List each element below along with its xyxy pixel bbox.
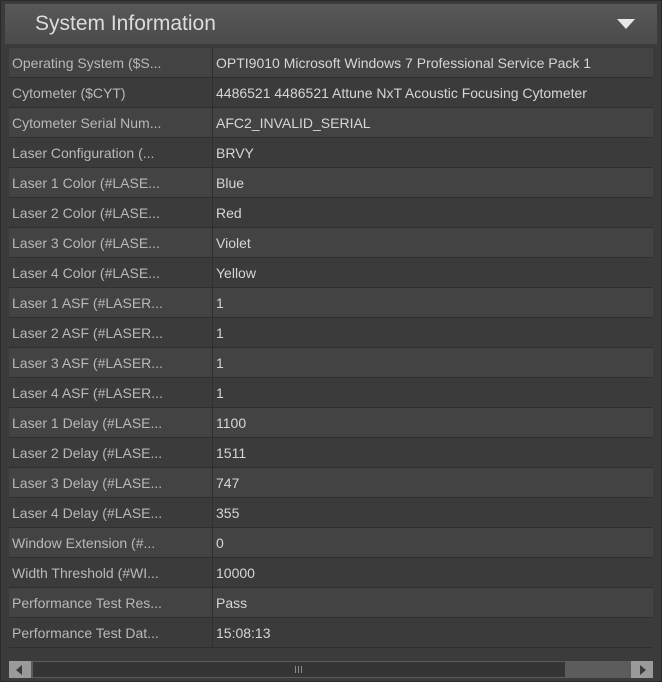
scroll-thumb[interactable] xyxy=(33,662,565,677)
column-divider xyxy=(212,378,213,408)
property-row[interactable]: Performance Test Dat... 15:08:13 xyxy=(9,618,653,648)
property-row[interactable]: Performance Test Res... Pass xyxy=(9,588,653,618)
property-value: Violet xyxy=(216,235,251,251)
property-name: Laser 3 Delay (#LASE... xyxy=(12,475,163,491)
property-row[interactable]: Cytometer ($CYT) 4486521 4486521 Attune N… xyxy=(9,78,653,108)
property-value: Red xyxy=(216,205,242,221)
property-name: Operating System ($S... xyxy=(12,55,162,71)
property-value: Blue xyxy=(216,175,245,191)
property-name: Laser 2 ASF (#LASER... xyxy=(12,325,163,341)
property-value: OPTI9010 Microsoft Windows 7 Professiona… xyxy=(216,55,592,71)
property-row[interactable]: Width Threshold (#WI... 10000 xyxy=(9,558,653,588)
property-row[interactable]: Laser 1 ASF (#LASER... 1 xyxy=(9,288,653,318)
property-row[interactable]: Laser 1 Delay (#LASE... 1100 xyxy=(9,408,653,438)
property-row[interactable]: Laser 4 Delay (#LASE... 355 xyxy=(9,498,653,528)
property-name: Laser 1 Delay (#LASE... xyxy=(12,415,163,431)
property-value: Yellow xyxy=(216,265,256,281)
grip-line xyxy=(298,666,299,673)
property-value: 0 xyxy=(216,535,224,551)
property-name: Laser Configuration (... xyxy=(12,145,155,161)
panel-title: System Information xyxy=(35,12,216,35)
property-value: 1 xyxy=(216,295,224,311)
property-name: Performance Test Dat... xyxy=(12,625,159,641)
column-divider xyxy=(212,288,213,318)
chevron-down-icon[interactable] xyxy=(617,19,635,29)
property-name: Performance Test Res... xyxy=(12,595,162,611)
property-table: Operating System ($S... OPTI9010 Microsof… xyxy=(9,48,653,658)
property-name: Laser 2 Delay (#LASE... xyxy=(12,445,163,461)
column-divider xyxy=(212,468,213,498)
column-divider xyxy=(212,198,213,228)
property-value: BRVY xyxy=(216,145,254,161)
property-row[interactable]: Laser 3 ASF (#LASER... 1 xyxy=(9,348,653,378)
property-row[interactable]: Laser 2 ASF (#LASER... 1 xyxy=(9,318,653,348)
property-value: 355 xyxy=(216,505,240,521)
property-row[interactable]: Laser 3 Color (#LASE... Violet xyxy=(9,228,653,258)
property-name: Cytometer ($CYT) xyxy=(12,85,126,101)
property-row[interactable]: Operating System ($S... OPTI9010 Microsof… xyxy=(9,48,653,78)
column-divider xyxy=(212,528,213,558)
property-row[interactable]: Laser 2 Delay (#LASE... 1511 xyxy=(9,438,653,468)
grip-line xyxy=(295,666,296,673)
column-divider xyxy=(212,498,213,528)
property-name: Laser 1 Color (#LASE... xyxy=(12,175,160,191)
property-value: 1100 xyxy=(216,415,247,431)
property-row[interactable]: Laser 2 Color (#LASE... Red xyxy=(9,198,653,228)
panel-header[interactable]: System Information xyxy=(5,4,657,44)
property-value: 10000 xyxy=(216,565,255,581)
column-divider xyxy=(212,228,213,258)
property-value: AFC2_INVALID_SERIAL xyxy=(216,115,371,131)
property-row[interactable]: Laser 3 Delay (#LASE... 747 xyxy=(9,468,653,498)
scroll-right-button[interactable] xyxy=(631,661,653,678)
column-divider xyxy=(212,408,213,438)
system-information-panel: System Information Operating System ($S.… xyxy=(0,0,662,682)
property-value: 15:08:13 xyxy=(216,625,271,641)
grip-line xyxy=(301,666,302,673)
property-name: Laser 3 ASF (#LASER... xyxy=(12,355,163,371)
column-divider xyxy=(212,48,213,78)
scroll-left-button[interactable] xyxy=(9,661,31,678)
column-divider xyxy=(212,588,213,618)
property-name: Laser 4 Delay (#LASE... xyxy=(12,505,163,521)
property-row[interactable]: Laser 4 Color (#LASE... Yellow xyxy=(9,258,653,288)
property-row[interactable]: Window Extension (#... 0 xyxy=(9,528,653,558)
property-value: Pass xyxy=(216,595,248,611)
property-name: Laser 3 Color (#LASE... xyxy=(12,235,160,251)
property-value: 1 xyxy=(216,355,224,371)
property-value: 1 xyxy=(216,385,224,401)
property-value: 1511 xyxy=(216,445,247,461)
property-name: Cytometer Serial Num... xyxy=(12,115,162,131)
property-value: 747 xyxy=(216,475,240,491)
property-value: 4486521 4486521 Attune NxT Acoustic Focu… xyxy=(216,85,587,101)
property-row[interactable]: Cytometer Serial Num... AFC2_INVALID_SERI… xyxy=(9,108,653,138)
column-divider xyxy=(212,618,213,648)
property-name: Laser 2 Color (#LASE... xyxy=(12,205,160,221)
property-name: Laser 4 Color (#LASE... xyxy=(12,265,160,281)
column-divider xyxy=(212,138,213,168)
horizontal-scrollbar[interactable] xyxy=(9,661,653,678)
column-divider xyxy=(212,438,213,468)
column-divider xyxy=(212,348,213,378)
arrow-right-icon xyxy=(640,665,646,675)
property-row[interactable]: Laser Configuration (... BRVY xyxy=(9,138,653,168)
column-divider xyxy=(212,318,213,348)
column-divider xyxy=(212,558,213,588)
property-name: Laser 4 ASF (#LASER... xyxy=(12,385,163,401)
column-divider xyxy=(212,108,213,138)
column-divider xyxy=(212,168,213,198)
arrow-left-icon xyxy=(16,665,22,675)
property-row[interactable]: Laser 4 ASF (#LASER... 1 xyxy=(9,378,653,408)
column-divider xyxy=(212,78,213,108)
property-value: 1 xyxy=(216,325,224,341)
property-name: Window Extension (#... xyxy=(12,535,156,551)
property-name: Laser 1 ASF (#LASER... xyxy=(12,295,163,311)
column-divider xyxy=(212,258,213,288)
property-name: Width Threshold (#WI... xyxy=(12,565,159,581)
property-row[interactable]: Laser 1 Color (#LASE... Blue xyxy=(9,168,653,198)
